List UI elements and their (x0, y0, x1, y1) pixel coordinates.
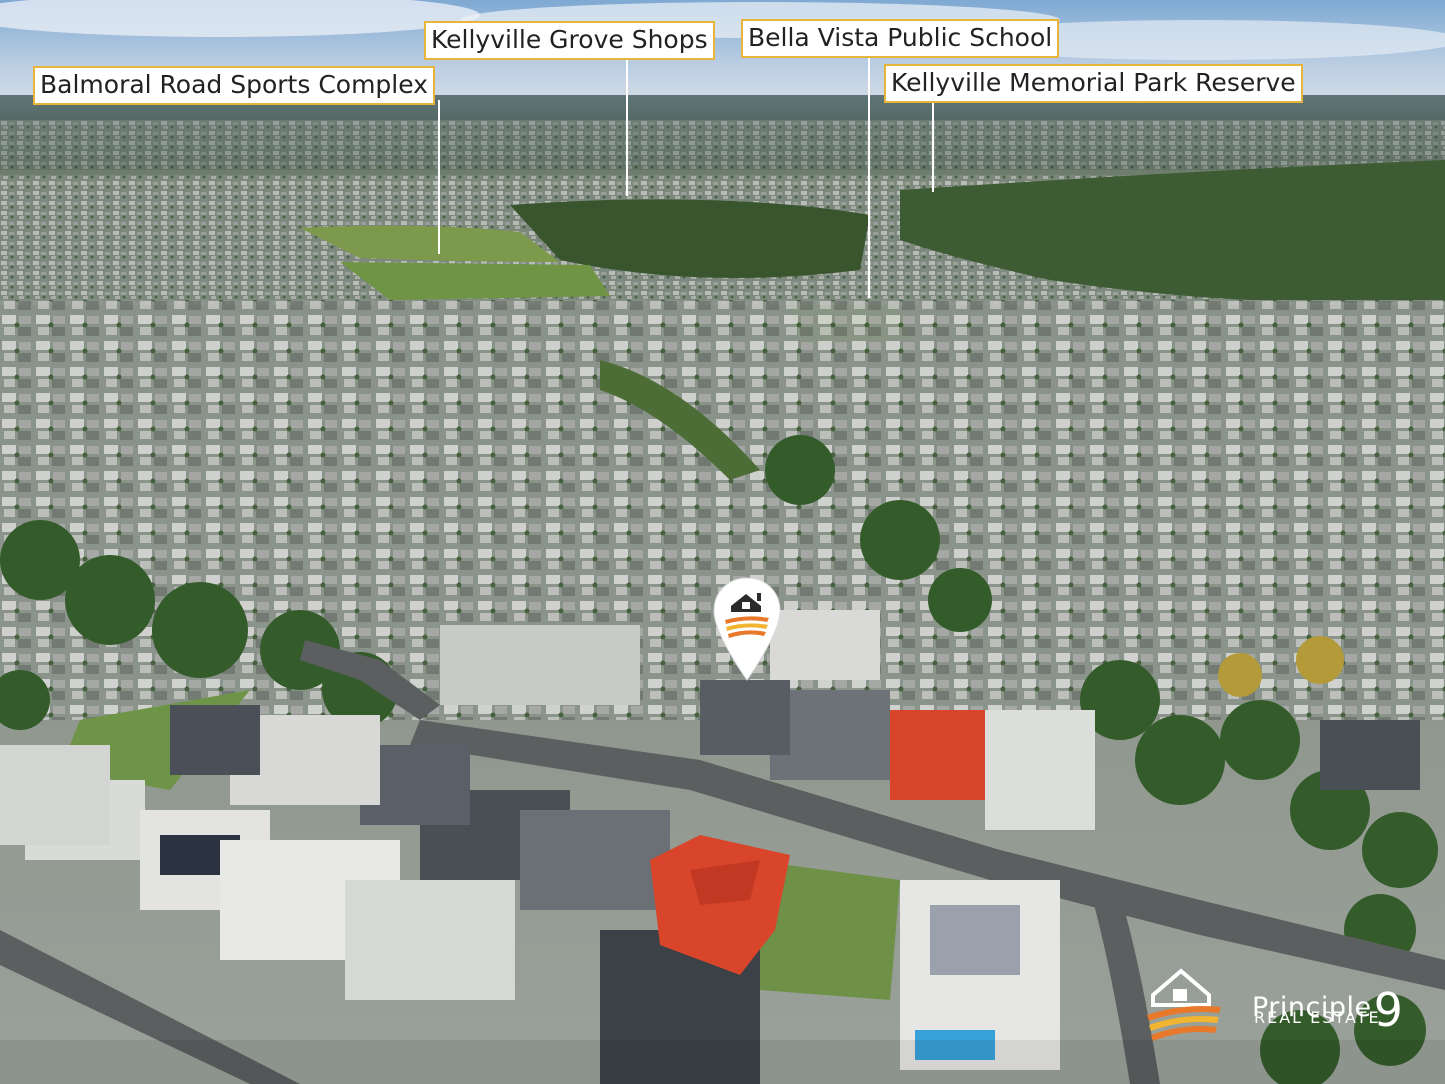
callout-kellyville-memorial-park-reserve: Kellyville Memorial Park Reserve (884, 64, 1303, 103)
callout-balmoral-road-sports-complex: Balmoral Road Sports Complex (33, 66, 435, 105)
balmoral-leader-line (438, 100, 440, 254)
aerial-photo (0, 0, 1445, 1084)
bella-vista-leader-line (868, 56, 870, 298)
callout-bella-vista-public-school: Bella Vista Public School (741, 19, 1060, 58)
callout-kellyville-grove-shops: Kellyville Grove Shops (424, 21, 715, 60)
memorial-park-leader-line (932, 102, 934, 192)
grove-shops-leader-line (626, 58, 628, 196)
house-location-pin-icon (713, 577, 781, 681)
brand-subtitle: REAL ESTATE (1254, 1008, 1381, 1027)
